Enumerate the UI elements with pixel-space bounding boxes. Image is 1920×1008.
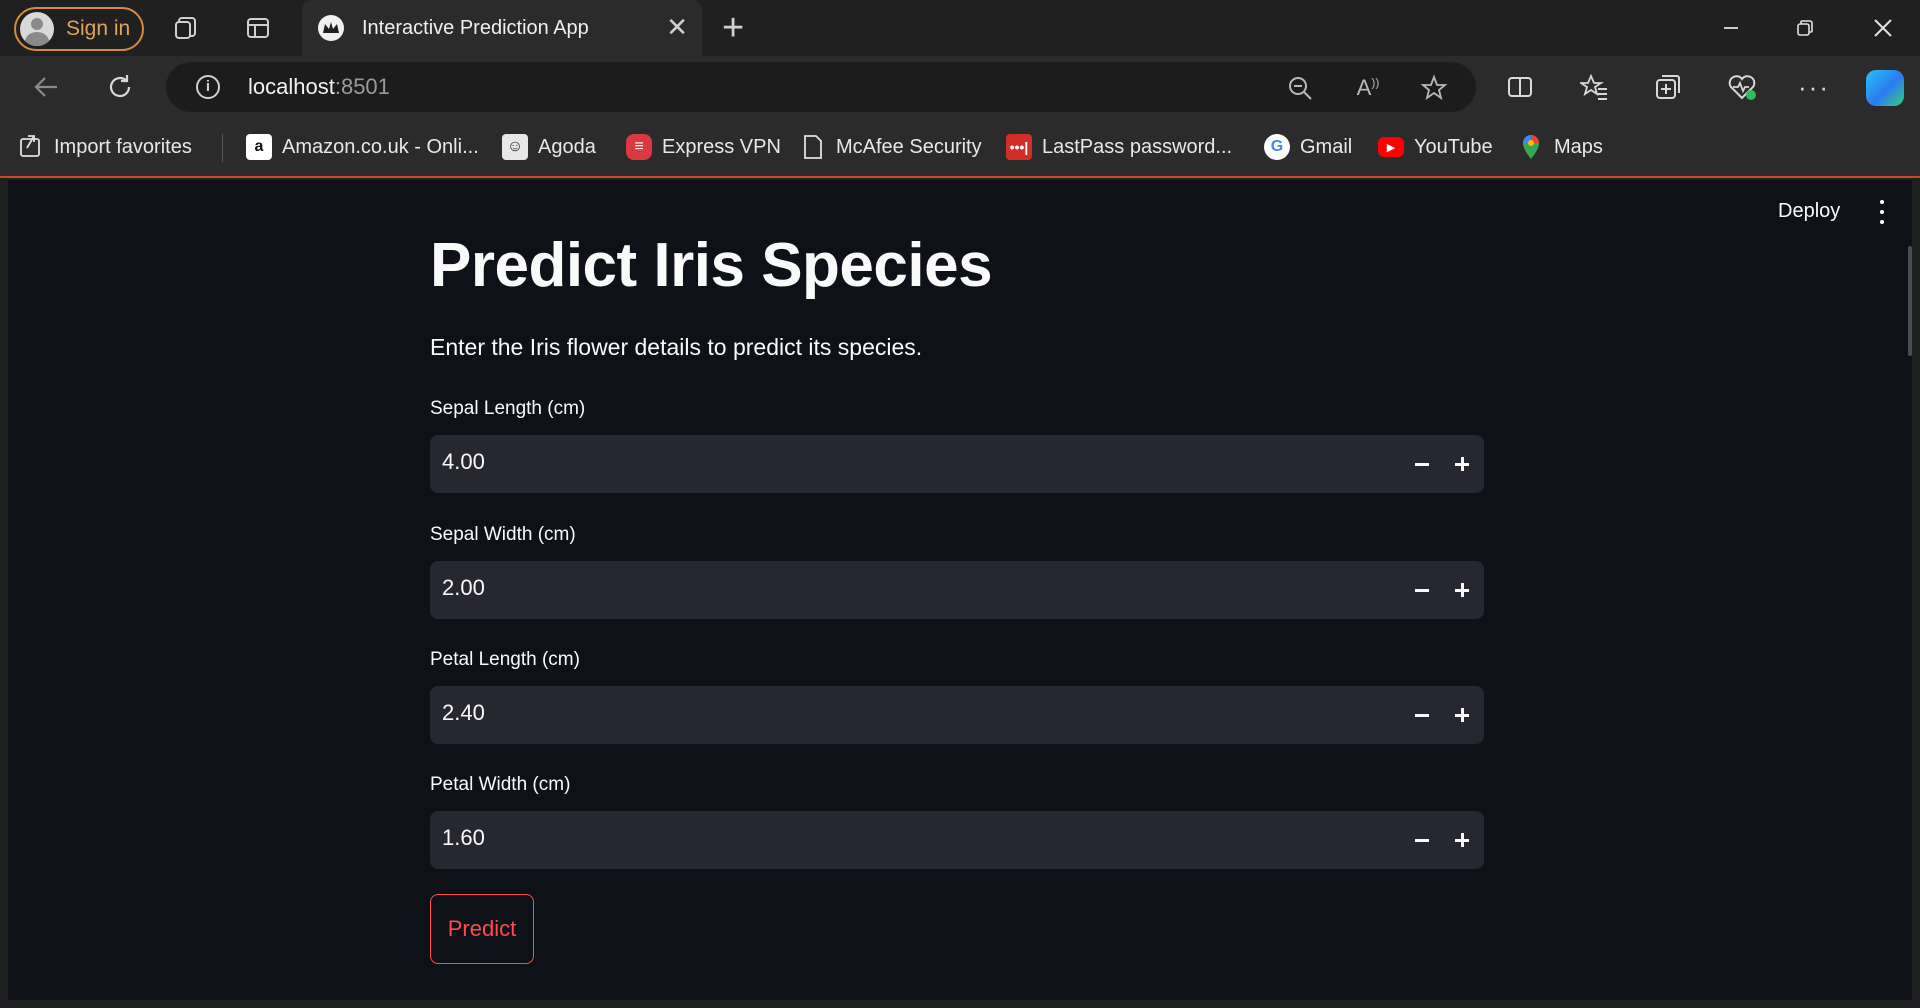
url-text[interactable]: localhost:8501 <box>248 74 390 100</box>
petal-width-label: Petal Width (cm) <box>430 774 571 795</box>
minus-icon <box>1415 838 1429 842</box>
refresh-icon[interactable] <box>102 69 138 105</box>
favorite-star-icon[interactable] <box>1420 74 1448 102</box>
sepal-width-input[interactable]: 2.00 <box>430 561 1484 619</box>
petal-width-input[interactable]: 1.60 <box>430 811 1484 869</box>
petal-length-decrement-button[interactable] <box>1402 686 1442 744</box>
minus-icon <box>1415 588 1429 592</box>
bookmark-maps[interactable]: Maps <box>1518 130 1603 164</box>
app-viewport: Deploy Predict Iris Species Enter the Ir… <box>8 180 1912 1000</box>
bookmark-mcafee[interactable]: McAfee Security <box>800 130 982 164</box>
sepal-width-label: Sepal Width (cm) <box>430 524 576 545</box>
sepal-length-increment-button[interactable] <box>1442 435 1482 493</box>
petal-length-label: Petal Length (cm) <box>430 649 580 670</box>
deploy-button[interactable]: Deploy <box>1778 200 1840 223</box>
favorites-icon[interactable] <box>1578 71 1610 103</box>
sign-in-button[interactable]: Sign in <box>14 7 144 51</box>
browser-tab-active[interactable]: Interactive Prediction App ✕ <box>302 0 702 56</box>
avatar-icon <box>20 12 54 46</box>
youtube-icon: ▶ <box>1378 137 1404 157</box>
new-tab-icon[interactable]: + <box>722 8 744 48</box>
streamlit-crown-icon <box>318 15 344 41</box>
petal-width-value[interactable]: 1.60 <box>442 825 485 851</box>
browser-essentials-icon[interactable] <box>1726 71 1758 103</box>
site-info-icon[interactable]: i <box>196 75 220 99</box>
page-description: Enter the Iris flower details to predict… <box>430 334 923 360</box>
petal-width-increment-button[interactable] <box>1442 811 1482 869</box>
bookmarks-bar: Import favorites a Amazon.co.uk - Onli..… <box>0 118 1920 178</box>
close-window-icon[interactable] <box>1846 0 1920 56</box>
petal-length-increment-button[interactable] <box>1442 686 1482 744</box>
bookmark-lastpass[interactable]: •••| LastPass password... <box>1006 130 1232 164</box>
expressvpn-icon: ≡ <box>626 134 652 160</box>
petal-width-decrement-button[interactable] <box>1402 811 1442 869</box>
predict-button[interactable]: Predict <box>430 894 534 964</box>
sepal-length-input[interactable]: 4.00 <box>430 435 1484 493</box>
maps-icon <box>1518 134 1544 160</box>
bookmarks-divider <box>222 134 223 162</box>
restore-icon[interactable] <box>1768 0 1842 56</box>
browser-title-bar: Sign in Interactive Prediction App ✕ + <box>0 0 1920 56</box>
more-options-icon[interactable]: ··· <box>1798 71 1830 103</box>
address-bar[interactable]: i localhost:8501 A)) <box>166 62 1476 112</box>
sepal-width-decrement-button[interactable] <box>1402 561 1442 619</box>
bookmark-express-vpn[interactable]: ≡ Express VPN <box>626 130 781 164</box>
minus-icon <box>1415 462 1429 466</box>
sepal-width-value[interactable]: 2.00 <box>442 575 485 601</box>
agoda-icon: ☺ <box>502 134 528 160</box>
google-icon: G <box>1264 134 1290 160</box>
petal-length-value[interactable]: 2.40 <box>442 700 485 726</box>
bookmark-import-favorites[interactable]: Import favorites <box>18 130 192 164</box>
bookmark-youtube[interactable]: ▶ YouTube <box>1378 130 1493 164</box>
bookmark-amazon[interactable]: a Amazon.co.uk - Onli... <box>246 130 479 164</box>
back-icon[interactable] <box>28 69 64 105</box>
plus-icon <box>1455 583 1469 597</box>
sepal-length-label: Sepal Length (cm) <box>430 398 586 419</box>
tab-title: Interactive Prediction App <box>362 16 589 39</box>
split-screen-icon[interactable] <box>1504 71 1536 103</box>
sepal-width-increment-button[interactable] <box>1442 561 1482 619</box>
collections-icon[interactable] <box>1652 71 1684 103</box>
workspaces-icon[interactable] <box>170 12 202 44</box>
plus-icon <box>1455 457 1469 471</box>
main-menu-icon[interactable] <box>1878 200 1886 224</box>
read-aloud-icon[interactable]: A)) <box>1354 74 1382 102</box>
sepal-length-decrement-button[interactable] <box>1402 435 1442 493</box>
browser-toolbar: i localhost:8501 A)) ··· <box>0 56 1920 118</box>
amazon-icon: a <box>246 134 272 160</box>
close-tab-icon[interactable]: ✕ <box>666 14 688 40</box>
petal-length-input[interactable]: 2.40 <box>430 686 1484 744</box>
minus-icon <box>1415 713 1429 717</box>
import-icon <box>18 134 44 160</box>
plus-icon <box>1455 708 1469 722</box>
page-scrollbar[interactable] <box>1908 246 1912 356</box>
zoom-out-icon[interactable] <box>1286 74 1314 102</box>
lastpass-icon: •••| <box>1006 134 1032 160</box>
sepal-length-value[interactable]: 4.00 <box>442 449 485 475</box>
sign-in-label: Sign in <box>66 17 131 40</box>
bookmark-gmail[interactable]: G Gmail <box>1264 130 1352 164</box>
tab-actions-icon[interactable] <box>242 12 274 44</box>
minimize-icon[interactable] <box>1694 0 1768 56</box>
page-title: Predict Iris Species <box>430 231 993 300</box>
plus-icon <box>1455 833 1469 847</box>
bookmark-agoda[interactable]: ☺ Agoda <box>502 130 596 164</box>
copilot-icon[interactable] <box>1866 70 1904 106</box>
page-icon <box>800 134 826 160</box>
